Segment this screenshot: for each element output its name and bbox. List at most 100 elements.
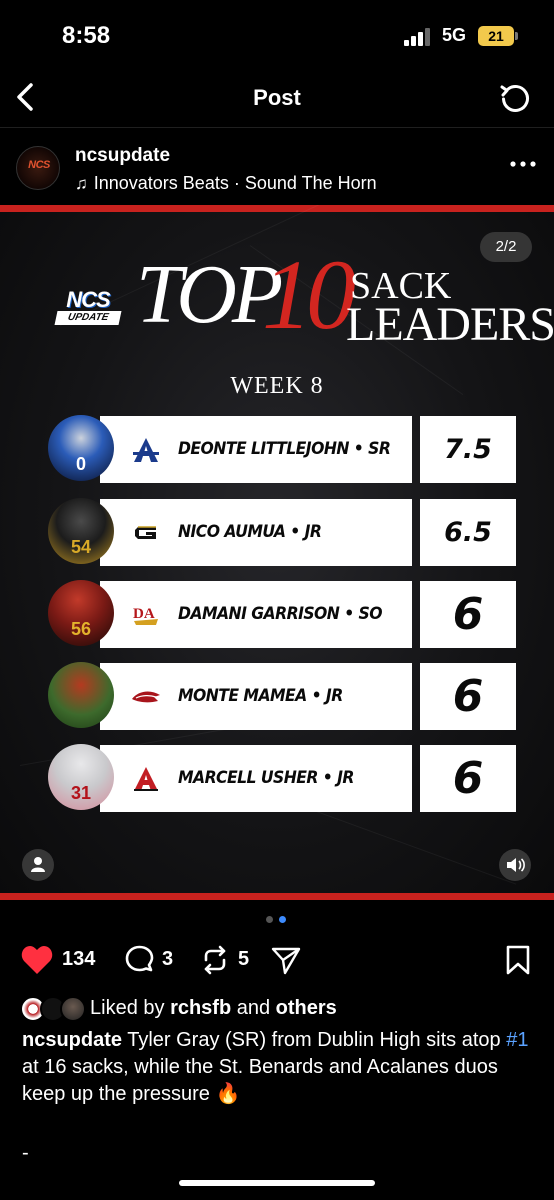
- jersey-number: 54: [70, 537, 92, 557]
- audio-separator: ·: [228, 173, 245, 193]
- liked-by-others[interactable]: others: [276, 997, 337, 1019]
- sack-count: 7.5: [444, 434, 492, 465]
- title-leaders: LEADERS: [346, 298, 554, 351]
- player-name: MONTE MAMEA • JR: [178, 686, 343, 706]
- player-photo: 56: [48, 580, 114, 646]
- school-logo-g-gold-icon: [135, 526, 156, 539]
- battery-icon: 21: [478, 26, 518, 46]
- liked-by-prefix: Liked by: [90, 997, 171, 1019]
- logo-main-text: NCS: [66, 287, 110, 312]
- background-texture: [299, 805, 517, 885]
- player-photo: 54: [48, 498, 114, 564]
- name-box: MONTE MAMEA • JR: [100, 663, 412, 730]
- sound-toggle-button[interactable]: [499, 849, 531, 881]
- post-header: NCS ncsupdate ♫ Innovators Beats · Sound …: [0, 138, 554, 204]
- caption-text: Tyler Gray (SR) from Dublin High sits at…: [122, 1029, 507, 1051]
- jersey-number: 31: [70, 783, 92, 803]
- repost-icon: [204, 945, 226, 975]
- liker-avatars: [20, 996, 86, 1022]
- audio-artist: Innovators Beats: [93, 173, 229, 193]
- send-icon: [271, 947, 301, 975]
- refresh-button[interactable]: [498, 82, 532, 116]
- stat-box: 6: [420, 581, 516, 648]
- name-box: MARCELL USHER • JR: [100, 745, 412, 812]
- comment-icon: [125, 945, 154, 972]
- school-logo-a-blue-icon: [133, 438, 159, 462]
- share-button[interactable]: [270, 940, 304, 980]
- caption-text: at 16 sacks, while the St. Benards and A…: [22, 1056, 498, 1105]
- carousel-dot-active: [279, 916, 286, 923]
- leader-row: NICO AUMUA • JR 54 6.5: [46, 498, 516, 568]
- like-button[interactable]: 134: [20, 940, 110, 980]
- leader-row: DEONTE LITTLEJOHN • SR 0 7.5: [46, 415, 516, 485]
- player-name: NICO AUMUA • JR: [178, 522, 322, 542]
- caption-username[interactable]: ncsupdate: [22, 1029, 122, 1051]
- liked-by-user[interactable]: rchsfb: [170, 997, 231, 1019]
- page-title: Post: [253, 85, 301, 110]
- stat-box: 6: [420, 745, 516, 812]
- repost-button[interactable]: 5: [200, 940, 260, 980]
- carousel-indicator: [266, 916, 290, 924]
- comment-button[interactable]: 3: [124, 940, 184, 980]
- post-username[interactable]: ncsupdate: [75, 145, 170, 167]
- title-number: 10: [262, 239, 356, 350]
- sack-count: 6: [452, 589, 484, 640]
- back-button[interactable]: [12, 82, 42, 112]
- school-logo-da-icon: DA: [133, 606, 158, 625]
- jersey-number: 56: [70, 619, 92, 639]
- red-border-bottom: [0, 893, 554, 900]
- bookmark-icon: [506, 945, 530, 975]
- leader-row: DA DAMANI GARRISON • SO 56 6: [46, 580, 516, 650]
- more-options-button[interactable]: [508, 154, 538, 174]
- avatar: [60, 996, 86, 1022]
- player-name: DAMANI GARRISON • SO: [178, 604, 383, 624]
- sack-count: 6.5: [444, 517, 492, 548]
- liked-by-text: Liked by rchsfb and others: [90, 997, 337, 1020]
- like-count: 134: [62, 948, 96, 970]
- player-name: DEONTE LITTLEJOHN • SR: [178, 439, 391, 459]
- leader-row: MARCELL USHER • JR 31 6: [46, 744, 516, 814]
- avatar[interactable]: NCS: [16, 146, 60, 190]
- player-photo: [48, 662, 114, 728]
- ncs-update-logo: NCS UPDATE: [52, 287, 124, 329]
- player-name: MARCELL USHER • JR: [178, 768, 354, 788]
- stat-box: 6: [420, 663, 516, 730]
- refresh-icon: [500, 85, 529, 112]
- week-label: WEEK 8: [230, 373, 324, 399]
- leader-row: MONTE MAMEA • JR 6: [46, 662, 516, 732]
- liked-by-row[interactable]: Liked by rchsfb and others: [20, 996, 540, 1024]
- avatar-logo-text: NCS: [28, 159, 50, 171]
- nav-bar: Post: [0, 70, 554, 128]
- post-caption: ncsupdate Tyler Gray (SR) from Dublin Hi…: [22, 1027, 532, 1108]
- signal-icon: [404, 28, 434, 46]
- logo-sub-text: UPDATE: [54, 311, 122, 325]
- status-bar: 8:58 5G 21: [0, 0, 554, 70]
- page-indicator: 2/2: [480, 232, 532, 262]
- heart-icon: [21, 946, 53, 974]
- sack-count: 6: [452, 671, 484, 722]
- tagged-users-button[interactable]: [22, 849, 54, 881]
- jersey-number: 0: [75, 454, 86, 474]
- carousel-dot: [266, 916, 273, 923]
- player-photo: 0: [48, 415, 114, 481]
- comment-count: 3: [162, 948, 174, 970]
- stat-box: 6.5: [420, 499, 516, 566]
- action-bar: 134 3 5: [0, 940, 554, 980]
- school-logo-hawk-icon: [132, 691, 160, 703]
- audio-attribution[interactable]: ♫ Innovators Beats · Sound The Horn: [75, 173, 377, 194]
- music-note-icon: ♫: [75, 174, 88, 193]
- red-border-top: [0, 205, 554, 212]
- save-button[interactable]: [504, 940, 534, 980]
- status-time: 8:58: [62, 22, 111, 49]
- name-box: DA DAMANI GARRISON • SO: [100, 581, 412, 648]
- more-icon: [510, 161, 536, 167]
- school-logo-a-red-icon: [134, 767, 158, 791]
- network-type: 5G: [442, 25, 467, 45]
- player-photo: 31: [48, 744, 114, 810]
- post-image[interactable]: 2/2 NCS UPDATE TOP 10 SACK LEADERS WEEK …: [0, 205, 554, 900]
- person-icon: [31, 857, 45, 872]
- stat-box: 7.5: [420, 416, 516, 483]
- home-indicator[interactable]: [179, 1180, 375, 1186]
- caption-continuation: -: [22, 1142, 29, 1164]
- caption-hashtag[interactable]: #1: [506, 1029, 528, 1051]
